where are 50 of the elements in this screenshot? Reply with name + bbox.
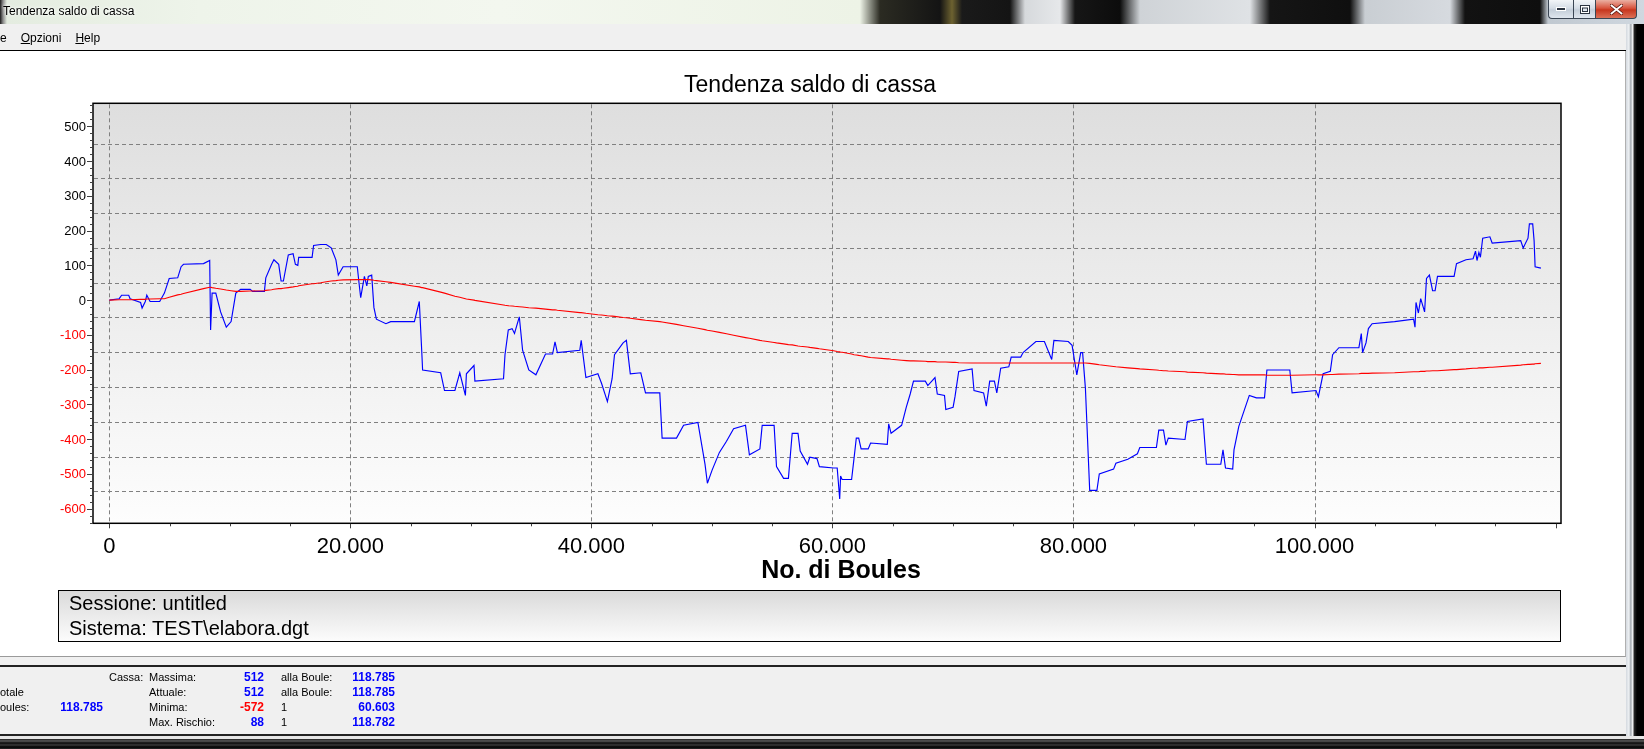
field-label: 1 xyxy=(281,700,289,715)
y-tick-label: -600 xyxy=(59,501,86,517)
chart-title: Tendenza saldo di cassa xyxy=(684,71,936,97)
menu-item[interactable]: Help xyxy=(68,29,108,46)
field-value: -572 xyxy=(239,700,264,715)
close-button[interactable] xyxy=(1595,0,1637,19)
y-tick-label: -200 xyxy=(59,362,86,378)
y-tick-label: -300 xyxy=(59,396,86,412)
field-label: alla Boule: xyxy=(281,685,334,700)
y-tick-label: 500 xyxy=(64,118,86,134)
field-value: 512 xyxy=(243,685,264,700)
field-label: Minima: xyxy=(149,700,189,715)
close-icon xyxy=(1609,3,1623,15)
menu-item[interactable]: e xyxy=(0,29,14,46)
group-label: Cassa: xyxy=(109,670,145,685)
x-tick-label: 0 xyxy=(103,533,116,559)
field-value: 60.603 xyxy=(358,700,395,715)
y-tick-label: -100 xyxy=(59,327,86,343)
field-value: 88 xyxy=(250,715,264,730)
field-label: otale xyxy=(0,685,25,700)
y-tick-label: -500 xyxy=(59,466,86,482)
info-text: Sessione: untitled xyxy=(69,591,227,616)
y-tick-label: -400 xyxy=(59,431,86,447)
minimize-icon xyxy=(1556,7,1566,11)
y-tick-label: 300 xyxy=(64,188,86,204)
field-label: Attuale: xyxy=(149,685,188,700)
menu-item[interactable]: Opzioni xyxy=(13,29,69,46)
restore-icon xyxy=(1579,4,1590,14)
field-label: alla Boule: xyxy=(281,670,334,685)
field-label: 1 xyxy=(281,715,289,730)
window-title: Tendenza saldo di cassa xyxy=(3,3,135,20)
y-tick-label: 400 xyxy=(64,153,86,169)
field-value: 512 xyxy=(243,670,264,685)
x-tick-label: 80.000 xyxy=(1039,533,1108,559)
field-value: 118.782 xyxy=(352,715,395,730)
x-tick-label: 20.000 xyxy=(316,533,384,559)
field-label: oules: xyxy=(0,700,31,715)
x-tick-label: 100.000 xyxy=(1274,533,1355,559)
field-value: 118.785 xyxy=(352,670,395,685)
field-value: 118.785 xyxy=(60,700,103,715)
minimize-button[interactable] xyxy=(1548,0,1573,19)
field-label: Massima: xyxy=(149,670,198,685)
field-value: 118.785 xyxy=(352,685,395,700)
info-text: Sistema: TEST\elabora.dgt xyxy=(69,616,309,641)
y-tick-label: 200 xyxy=(64,223,86,239)
field-label: Max. Rischio: xyxy=(149,715,217,730)
x-tick-label: 40.000 xyxy=(557,533,625,559)
restore-button[interactable] xyxy=(1573,0,1595,19)
y-tick-label: 100 xyxy=(64,257,86,273)
y-tick-label: 0 xyxy=(78,292,86,308)
